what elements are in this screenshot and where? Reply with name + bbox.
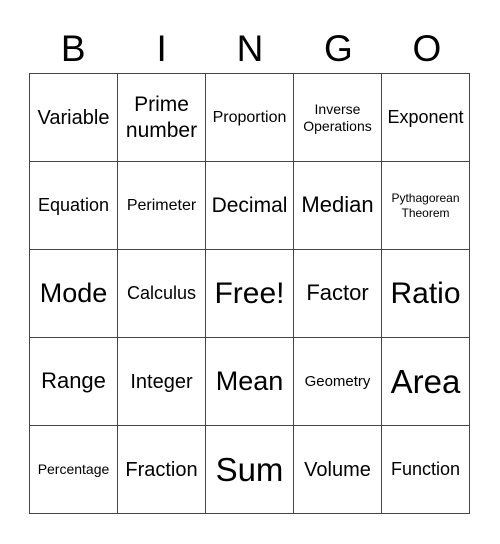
bingo-cell[interactable]: Perimeter xyxy=(118,162,206,250)
bingo-cell[interactable]: Sum xyxy=(206,426,294,514)
bingo-cell[interactable]: Prime number xyxy=(118,74,206,162)
header-letter-o: O xyxy=(412,28,442,69)
bingo-cell[interactable]: Inverse Operations xyxy=(294,74,382,162)
header-letter-b: B xyxy=(60,28,86,69)
bingo-cell[interactable]: Percentage xyxy=(30,426,118,514)
bingo-cell[interactable]: Volume xyxy=(294,426,382,514)
bingo-cell[interactable]: Mode xyxy=(30,250,118,338)
bingo-cell[interactable]: Mean xyxy=(206,338,294,426)
bingo-cell[interactable]: Proportion xyxy=(206,74,294,162)
bingo-cell[interactable]: Factor xyxy=(294,250,382,338)
bingo-cell[interactable]: Range xyxy=(30,338,118,426)
header-letter-n: N xyxy=(236,28,264,69)
bingo-cell[interactable]: Pythagorean Theorem xyxy=(382,162,470,250)
bingo-cell[interactable]: Geometry xyxy=(294,338,382,426)
bingo-cell[interactable]: Decimal xyxy=(206,162,294,250)
bingo-cell[interactable]: Fraction xyxy=(118,426,206,514)
header-letter-i: I xyxy=(156,28,167,69)
bingo-cell[interactable]: Equation xyxy=(30,162,118,250)
free-space-cell[interactable]: Free! xyxy=(206,250,294,338)
bingo-cell[interactable]: Variable xyxy=(30,74,118,162)
bingo-cell[interactable]: Ratio xyxy=(382,250,470,338)
bingo-cell[interactable]: Function xyxy=(382,426,470,514)
bingo-grid: Variable Prime number Proportion Inverse… xyxy=(29,73,470,514)
bingo-cell[interactable]: Area xyxy=(382,338,470,426)
bingo-header: B I N G O xyxy=(29,26,471,72)
bingo-cell[interactable]: Integer xyxy=(118,338,206,426)
bingo-cell[interactable]: Exponent xyxy=(382,74,470,162)
bingo-cell[interactable]: Calculus xyxy=(118,250,206,338)
bingo-cell[interactable]: Median xyxy=(294,162,382,250)
header-letter-g: G xyxy=(324,28,353,69)
